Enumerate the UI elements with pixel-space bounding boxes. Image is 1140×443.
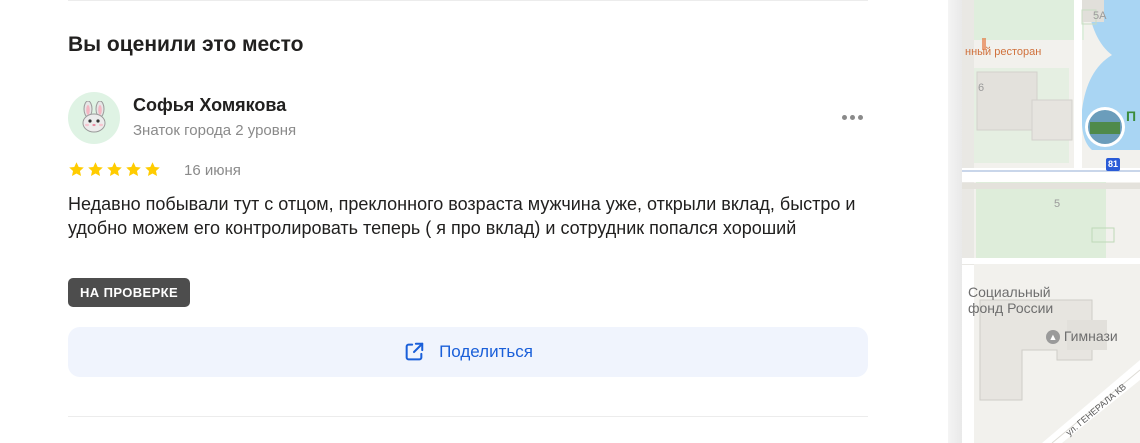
share-label: Поделиться [439,342,533,361]
section-title: Вы оценили это место [68,33,304,56]
author-name[interactable]: Софья Хомякова [133,95,286,116]
map-house-5a: 5А [1093,10,1107,22]
map-house-5: 5 [1054,198,1061,210]
avatar[interactable] [68,92,120,144]
star-icon [107,162,122,177]
star-icon [88,162,103,177]
map-route-badge: 81 [1107,159,1118,169]
status-badge: НА ПРОВЕРКЕ [68,278,191,307]
review-date: 16 июня [184,162,241,179]
bottom-divider [68,416,868,417]
map-canvas [962,0,1140,443]
map-view[interactable]: 5А нный ресторан 6 П 81 5 Социальный фон… [962,0,1140,443]
rating-stars [68,161,161,178]
more-button[interactable] [836,106,868,128]
map-label-social-2: фонд России [968,300,1054,316]
author-level: Знаток города 2 уровня [133,122,297,139]
star-icon [126,162,141,177]
top-divider [68,0,868,1]
map-label-gymnasium: ▲ Гимнази [1046,328,1140,345]
panel-edge [948,0,962,443]
share-external-icon [405,342,424,361]
graduation-cap-icon: ▲ [1046,330,1060,345]
review-text: Недавно побывали тут с отцом, преклонног… [68,194,856,238]
bunny-icon [82,101,106,133]
star-icon [69,162,84,177]
map-park-label[interactable]: П [1126,108,1136,124]
star-icon [145,162,160,177]
map-house-6: 6 [978,82,985,94]
map-label-restaurant: нный ресторан [965,46,1042,58]
share-button[interactable]: Поделиться [68,327,868,377]
more-dots-icon [841,114,847,120]
map-label-social-1: Социальный [968,284,1051,300]
review-panel: Вы оценили это место Софья Хомякова Знат… [0,0,948,443]
